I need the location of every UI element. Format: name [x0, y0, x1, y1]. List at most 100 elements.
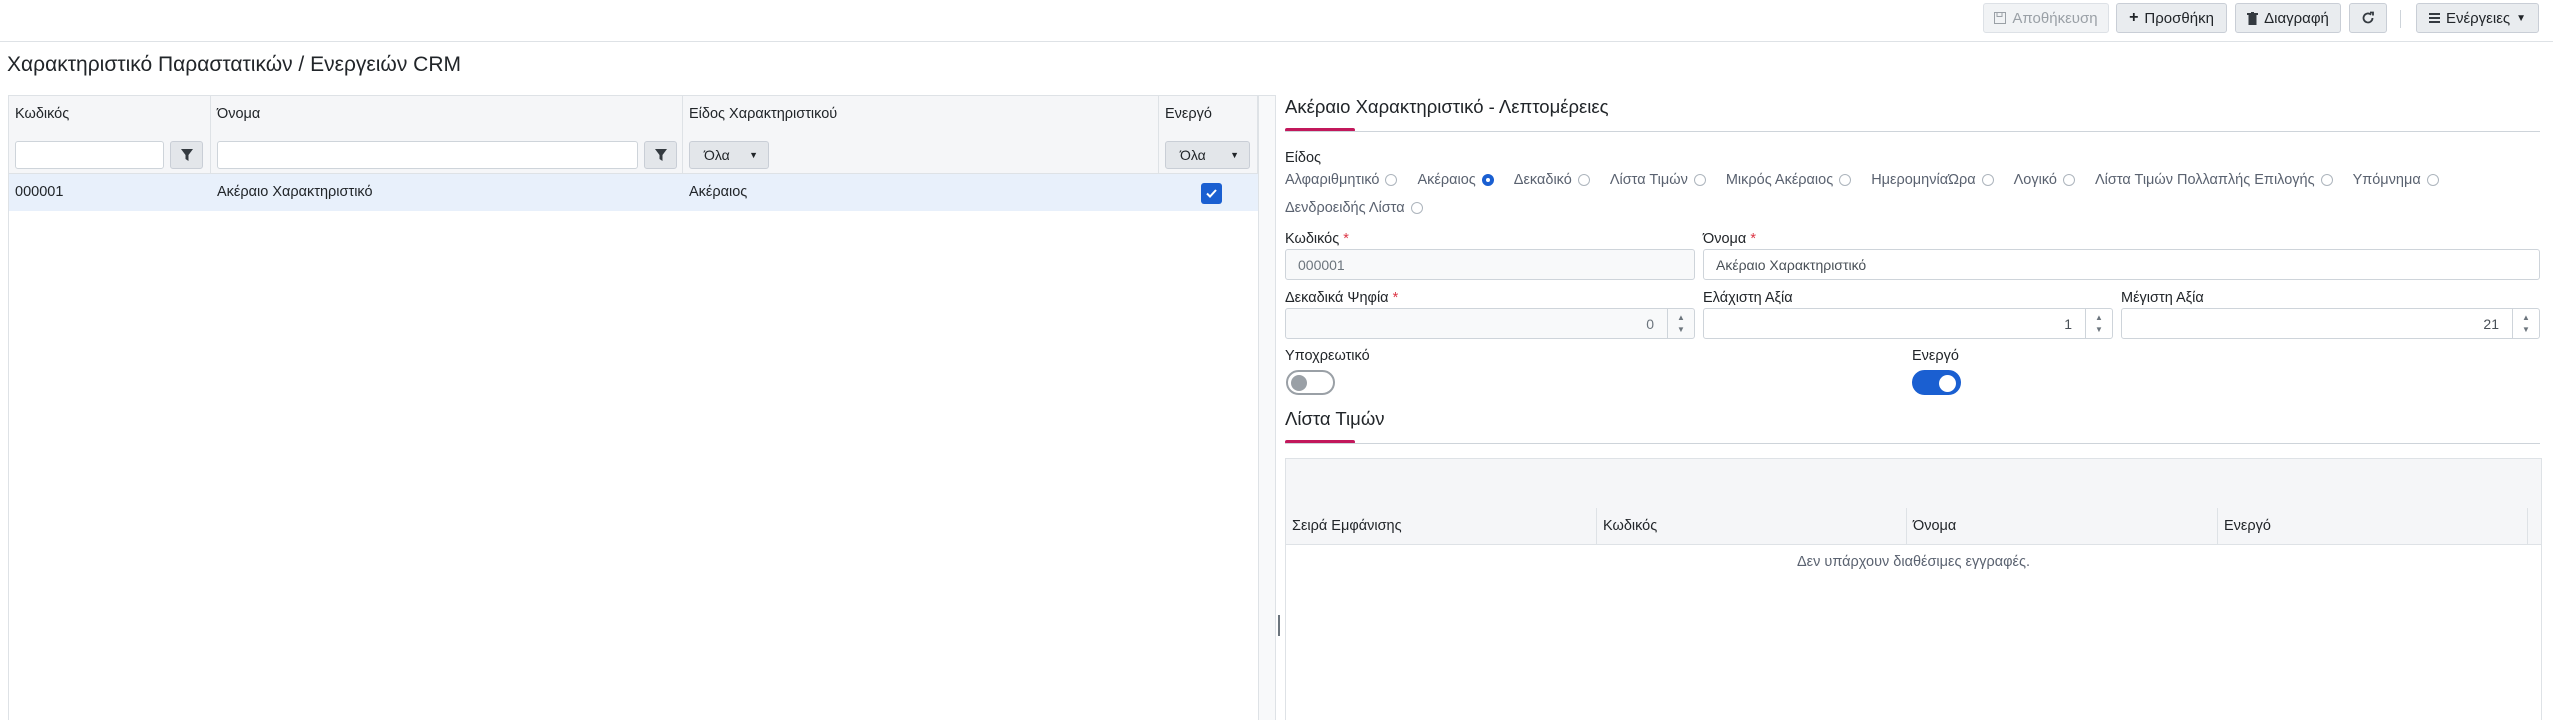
max-spin-buttons[interactable]: ▲ ▼ — [2512, 309, 2539, 338]
spin-up-icon[interactable]: ▲ — [2095, 312, 2103, 324]
filter-code-input[interactable] — [15, 141, 164, 169]
radio-button[interactable] — [2320, 174, 2333, 186]
filter-active-select[interactable]: Όλα ▼ — [1165, 141, 1250, 169]
page-title: Χαρακτηριστικό Παραστατικών / Ενεργειών … — [7, 53, 461, 76]
details-title-underline — [1285, 131, 2540, 132]
kind-option-label: Λογικό — [2013, 172, 2057, 188]
column-header-active[interactable]: Ενεργό — [2218, 508, 2528, 544]
trash-icon — [2247, 11, 2259, 25]
kind-option-tree-list[interactable]: Δενδροειδής Λίστα — [1285, 200, 1423, 216]
actions-menu-button[interactable]: Ενέργειες ▼ — [2416, 3, 2539, 33]
radio-button[interactable] — [2426, 174, 2439, 186]
column-header-name[interactable]: Όνομα — [211, 96, 683, 133]
save-button[interactable]: Αποθήκευση — [1983, 3, 2109, 33]
min-value-stepper[interactable]: 1 ▲ ▼ — [1703, 308, 2113, 339]
filter-cell-code — [9, 133, 211, 173]
column-header-display-order[interactable]: Σειρά Εμφάνισης — [1286, 508, 1597, 544]
spin-down-icon[interactable]: ▼ — [2095, 324, 2103, 336]
radio-button[interactable] — [1410, 202, 1423, 214]
filter-code-button[interactable] — [170, 141, 203, 169]
decimals-stepper[interactable]: 0 ▲ ▼ — [1285, 308, 1695, 339]
grid-filter-row: Όλα ▼ Όλα ▼ — [9, 133, 1275, 174]
details-title: Ακέραιο Χαρακτηριστικό - Λεπτομέρειες — [1285, 96, 1609, 117]
delete-button[interactable]: Διαγραφή — [2235, 3, 2341, 33]
decimals-spin-buttons[interactable]: ▲ ▼ — [1667, 309, 1694, 338]
attributes-grid: Κωδικός Όνομα Είδος Χαρακτηριστικού Ενερ… — [8, 95, 1276, 720]
min-label: Ελάχιστη Αξία — [1703, 290, 1793, 306]
max-value-stepper[interactable]: 21 ▲ ▼ — [2121, 308, 2540, 339]
add-label: Προσθήκη — [2144, 9, 2214, 27]
add-button[interactable]: + Προσθήκη — [2116, 3, 2227, 33]
name-field[interactable]: Ακέραιο Χαρακτηριστικό — [1703, 249, 2540, 280]
name-label: Όνομα * — [1703, 231, 1756, 247]
kind-option-label: Μικρός Ακέραιος — [1725, 172, 1834, 188]
toggle-knob — [1291, 375, 1307, 391]
kind-option-label: Λίστα Τιμών Πολλαπλής Επιλογής — [2094, 172, 2315, 188]
filter-kind-select[interactable]: Όλα ▼ — [689, 141, 769, 169]
radio-button-selected[interactable] — [1481, 174, 1494, 186]
radio-button[interactable] — [2062, 174, 2075, 186]
code-field[interactable]: 000001 — [1285, 249, 1695, 280]
min-value: 1 — [2064, 315, 2072, 332]
refresh-icon — [2362, 11, 2374, 24]
decimals-value: 0 — [1646, 315, 1654, 332]
column-header-kind[interactable]: Είδος Χαρακτηριστικού — [683, 96, 1159, 133]
spin-down-icon[interactable]: ▼ — [1677, 324, 1685, 336]
kind-option-integer[interactable]: Ακέραιος — [1417, 172, 1494, 188]
active-toggle[interactable] — [1912, 370, 1961, 395]
kind-option-memo[interactable]: Υπόμνημα — [2353, 172, 2439, 188]
save-label: Αποθήκευση — [2012, 9, 2098, 27]
radio-button[interactable] — [1385, 174, 1398, 186]
max-label: Μέγιστη Αξία — [2121, 290, 2204, 306]
kind-label: Είδος — [1285, 150, 1322, 166]
toolbar-divider — [2400, 10, 2401, 28]
cell-kind: Ακέραιος — [689, 184, 748, 200]
column-header-name[interactable]: Όνομα — [1907, 508, 2218, 544]
radio-button[interactable] — [1577, 174, 1590, 186]
column-header-code[interactable]: Κωδικός — [1597, 508, 1907, 544]
column-header-code[interactable]: Κωδικός — [9, 96, 211, 133]
kind-option-datetime[interactable]: ΗμερομηνίαΏρα — [1871, 172, 1994, 188]
cell-code: 000001 — [15, 184, 64, 200]
column-header-active[interactable]: Ενεργό — [1159, 96, 1258, 133]
kind-option-alphanumeric[interactable]: Αλφαριθμητικό — [1285, 172, 1398, 188]
spin-up-icon[interactable]: ▲ — [2522, 312, 2530, 324]
active-checkbox[interactable] — [1201, 183, 1222, 204]
filter-kind-value: Όλα — [704, 147, 730, 163]
table-row[interactable]: 000001 Ακέραιο Χαρακτηριστικό Ακέραιος — [9, 174, 1258, 211]
radio-button[interactable] — [1693, 174, 1706, 186]
filter-name-button[interactable] — [644, 141, 677, 169]
filter-name-input[interactable] — [217, 141, 638, 169]
required-label: Υποχρεωτικό — [1285, 348, 1370, 364]
kind-radio-group-row2: Δενδροειδής Λίστα — [1285, 200, 1443, 216]
grid-scrollbar[interactable] — [1258, 96, 1275, 720]
kind-option-value-list[interactable]: Λίστα Τιμών — [1610, 172, 1706, 188]
spin-down-icon[interactable]: ▼ — [2522, 324, 2530, 336]
delete-label: Διαγραφή — [2264, 9, 2329, 27]
required-marker: * — [1343, 231, 1349, 247]
plus-icon: + — [2129, 9, 2139, 26]
kind-option-decimal[interactable]: Δεκαδικό — [1514, 172, 1590, 188]
kind-option-boolean[interactable]: Λογικό — [2014, 172, 2075, 188]
check-icon — [1206, 189, 1217, 198]
values-list-title: Λίστα Τιμών — [1285, 408, 1385, 429]
radio-button[interactable] — [1839, 174, 1852, 186]
required-toggle[interactable] — [1286, 370, 1335, 395]
panel-splitter-handle[interactable] — [1278, 615, 1280, 636]
decimals-label: Δεκαδικά Ψηφία * — [1285, 290, 1398, 306]
max-value: 21 — [2483, 315, 2499, 332]
required-marker: * — [1750, 231, 1756, 247]
kind-option-multi-select-list[interactable]: Λίστα Τιμών Πολλαπλής Επιλογής — [2095, 172, 2333, 188]
floppy-icon — [1994, 12, 2007, 24]
refresh-button[interactable] — [2349, 3, 2387, 33]
values-list-title-underline — [1285, 443, 2540, 444]
hamburger-icon — [2428, 13, 2440, 23]
caret-down-icon: ▼ — [749, 150, 758, 160]
toggle-knob — [1939, 375, 1956, 392]
decimals-label-text: Δεκαδικά Ψηφία — [1285, 290, 1389, 306]
radio-button[interactable] — [1981, 174, 1994, 186]
spin-up-icon[interactable]: ▲ — [1677, 312, 1685, 324]
kind-option-small-integer[interactable]: Μικρός Ακέραιος — [1725, 172, 1852, 188]
filter-cell-name — [211, 133, 683, 173]
min-spin-buttons[interactable]: ▲ ▼ — [2085, 309, 2112, 338]
